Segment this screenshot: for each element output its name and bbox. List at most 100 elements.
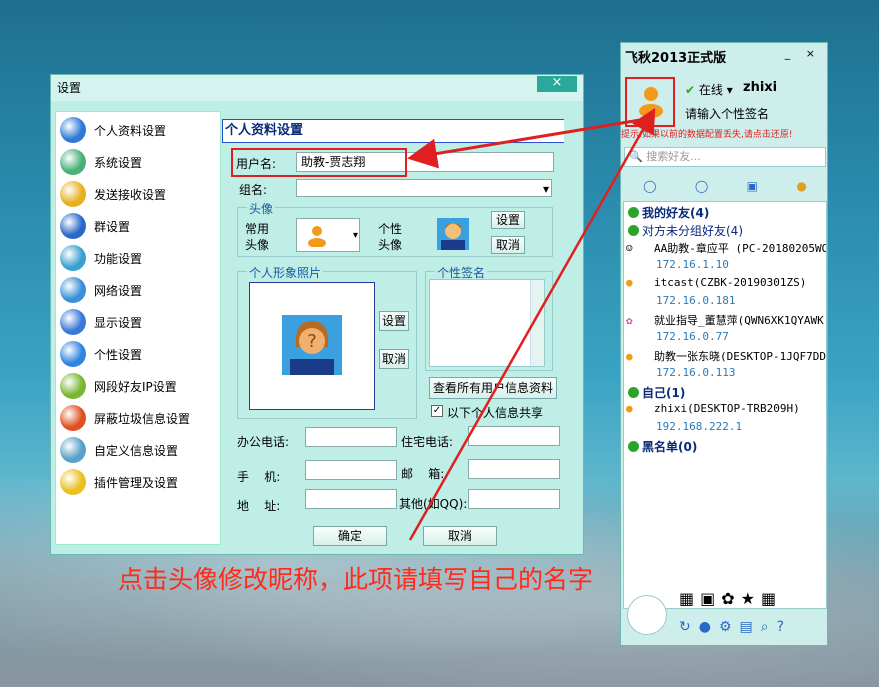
online-check-icon: ✔: [685, 83, 696, 97]
contact-item[interactable]: ● itcast(CZBK-20190301ZS): [626, 276, 806, 289]
nav-item[interactable]: 个人资料设置: [60, 116, 166, 144]
nav-item-label: 系统设置: [94, 155, 143, 170]
photo-set-button[interactable]: 设置: [379, 311, 409, 331]
chevron-down-icon: ▾: [352, 230, 358, 241]
warning-banner[interactable]: 提示:如果以前的数据配置丢失,请点击还原!: [621, 127, 827, 140]
cancel-button[interactable]: 取消: [423, 526, 497, 546]
nav-item-label: 自定义信息设置: [94, 443, 179, 458]
email-input[interactable]: [468, 459, 560, 479]
nav-item-label: 屏蔽垃圾信息设置: [94, 411, 191, 426]
expand-icon: [628, 441, 639, 452]
nav-item[interactable]: 网络设置: [60, 276, 142, 304]
settings-category-icon: [60, 405, 86, 431]
svg-text:?: ?: [307, 331, 317, 352]
nav-item[interactable]: 系统设置: [60, 148, 142, 176]
nickname: zhixi: [743, 80, 778, 95]
panel-title: 个人资料设置: [222, 119, 564, 143]
tab-group-icon[interactable]: ◯: [695, 179, 708, 193]
nav-item[interactable]: 显示设置: [60, 308, 142, 336]
self-avatar-button[interactable]: [625, 77, 675, 127]
avatar: ●: [626, 350, 633, 363]
group-my-friends[interactable]: 我的好友(4): [628, 204, 709, 221]
nav-item[interactable]: 功能设置: [60, 244, 142, 272]
toolbar-icons-bottom[interactable]: ↻●⚙▤⌕?: [679, 619, 792, 635]
contact-item[interactable]: ● 助教一张东晓(DESKTOP-1JQF7DD: [626, 348, 826, 364]
scrollbar[interactable]: [530, 280, 544, 366]
avatar: ✿: [626, 314, 633, 327]
photo-frame[interactable]: ?: [249, 282, 375, 410]
other-input[interactable]: [468, 489, 560, 509]
contact-item[interactable]: ☺ AA助教-章应平 (PC-20180205WO: [626, 240, 826, 256]
group-blacklist[interactable]: 黑名单(0): [628, 438, 697, 455]
group-ungrouped[interactable]: 对方未分组好友(4): [628, 222, 743, 239]
contact-name: 就业指导_董慧萍(QWN6XK1QYAWK: [654, 314, 824, 327]
user-avatar-icon: [308, 226, 326, 247]
tab-network-icon[interactable]: ▣: [747, 179, 758, 193]
window-controls[interactable]: _ ×: [785, 47, 821, 60]
home-phone-input[interactable]: [468, 426, 560, 446]
contact-ip: 172.16.0.181: [656, 294, 736, 307]
settings-category-icon: [60, 373, 86, 399]
photo-cancel-button[interactable]: 取消: [379, 349, 409, 369]
nav-item[interactable]: 群设置: [60, 212, 130, 240]
settings-category-icon: [60, 181, 86, 207]
office-phone-input[interactable]: [305, 427, 397, 447]
highlight-box: [231, 148, 407, 177]
view-all-info-button[interactable]: 查看所有用户信息资料: [429, 377, 557, 399]
close-button[interactable]: ×: [537, 76, 577, 92]
search-input[interactable]: 🔍 搜索好友...: [624, 147, 826, 167]
group-title: 自己(1): [642, 386, 686, 400]
user-avatar-icon: [639, 87, 663, 118]
toolbar-icons-top[interactable]: ▦▣✿★▦: [679, 589, 782, 608]
signature-textarea[interactable]: [429, 279, 545, 367]
group-title: 对方未分组好友(4): [642, 224, 743, 238]
group-title: 我的好友(4): [642, 206, 710, 220]
group-label: 组名:: [239, 183, 268, 197]
settings-nav: 个人资料设置 系统设置发送接收设置 群设置功能设置网络设置显示设置个性设置网段好友I…: [55, 111, 221, 545]
tab-browser-icon[interactable]: ●: [796, 179, 806, 193]
home-phone-label: 住宅电话:: [401, 435, 454, 449]
settings-category-icon: [60, 277, 86, 303]
panel-tabs: ◯ ◯ ▣ ●: [624, 173, 826, 199]
address-input[interactable]: [305, 489, 397, 509]
nav-item-label: 插件管理及设置: [94, 475, 179, 490]
group-title: 黑名单(0): [642, 440, 698, 454]
mobile-input[interactable]: [305, 460, 397, 480]
share-checkbox-label: 以下个人信息共享: [447, 406, 544, 420]
nav-item[interactable]: 插件管理及设置: [60, 468, 178, 496]
nav-item[interactable]: 发送接收设置: [60, 180, 166, 208]
nav-item[interactable]: 网段好友IP设置: [60, 372, 177, 400]
share-checkbox[interactable]: ✓: [431, 405, 443, 417]
tab-chat-icon[interactable]: ◯: [643, 179, 656, 193]
annotation-text: 点击头像修改昵称，此项请填写自己的名字: [118, 565, 594, 594]
group-self[interactable]: 自己(1): [628, 384, 685, 401]
nav-item-label: 显示设置: [94, 315, 143, 330]
status-text: 在线: [698, 83, 723, 97]
group-select[interactable]: ▾: [296, 179, 552, 197]
personal-avatar-image[interactable]: [437, 218, 469, 250]
contact-item[interactable]: ✿ 就业指导_董慧萍(QWN6XK1QYAWK: [626, 312, 824, 328]
avatar-group-label: 头像: [247, 200, 276, 217]
avatar-cancel-button[interactable]: 取消: [491, 236, 525, 254]
avatar-set-button[interactable]: 设置: [491, 211, 525, 229]
chevron-down-icon: ▾: [542, 182, 549, 196]
common-avatar-select[interactable]: ▾: [296, 218, 360, 252]
office-phone-label: 办公电话:: [237, 435, 290, 449]
settings-category-icon: [60, 149, 86, 175]
nav-item[interactable]: 屏蔽垃圾信息设置: [60, 404, 190, 432]
signature-input[interactable]: 请输入个性签名: [685, 105, 769, 122]
avatar: ●: [626, 402, 633, 415]
contact-ip: 192.168.222.1: [656, 420, 743, 433]
feiq-main-panel: 飞秋2013正式版 _ × ✔ 在线 ▾ zhixi 请输入个性签名 提示:如果…: [620, 42, 828, 646]
contact-item[interactable]: ● zhixi(DESKTOP-TRB209H): [626, 402, 800, 415]
nav-item[interactable]: 自定义信息设置: [60, 436, 178, 464]
contact-ip: 172.16.0.113: [656, 366, 736, 379]
settings-category-icon: [60, 341, 86, 367]
ok-button[interactable]: 确定: [313, 526, 387, 546]
nav-item-label: 个人资料设置: [94, 123, 167, 138]
settings-category-icon: [60, 245, 86, 271]
status-dropdown[interactable]: ✔ 在线 ▾: [685, 81, 733, 98]
main-menu-button[interactable]: [627, 595, 667, 635]
nav-item[interactable]: 个性设置: [60, 340, 142, 368]
default-photo-icon: ?: [282, 315, 342, 375]
